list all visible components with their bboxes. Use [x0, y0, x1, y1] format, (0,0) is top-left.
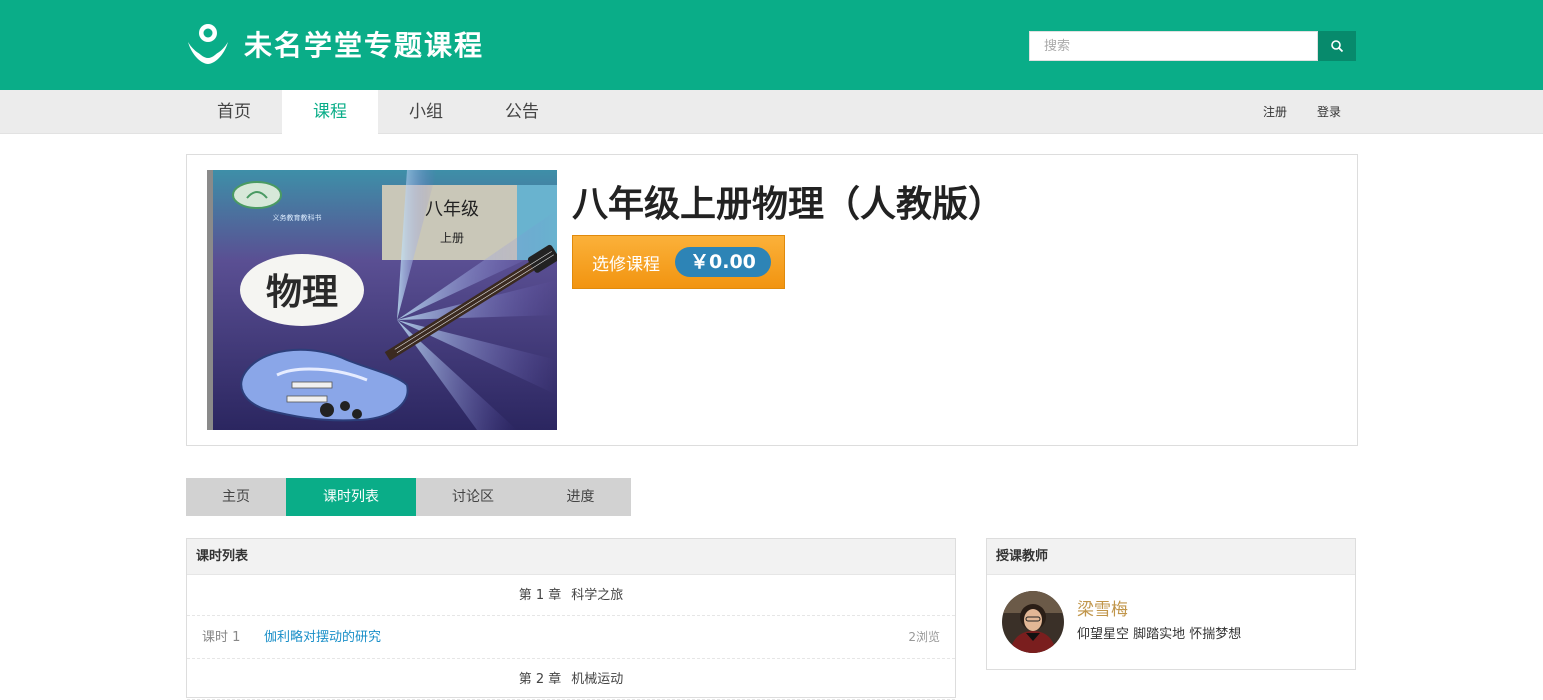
nav-announcements[interactable]: 公告	[474, 90, 570, 134]
chapter-row: 第 1 章科学之旅	[187, 575, 955, 616]
teacher-panel-heading: 授课教师	[987, 539, 1355, 575]
chapter-title: 科学之旅	[571, 588, 624, 603]
teacher-name-link[interactable]: 梁雪梅	[1077, 595, 1128, 620]
site-header: 未名学堂专题课程	[0, 0, 1543, 90]
course-title: 八年级上册物理（人教版）	[572, 184, 1005, 225]
tab-home[interactable]: 主页	[186, 478, 286, 516]
course-tabs: 主页 课时列表 讨论区 进度	[186, 478, 631, 516]
lesson-row: 课时 1 伽利略对摆动的研究 2浏览	[187, 616, 955, 659]
search-bar	[1029, 31, 1356, 61]
register-link[interactable]: 注册	[1263, 90, 1287, 134]
main-nav: 首页 课程 小组 公告 注册 登录	[0, 90, 1543, 134]
lesson-list-heading: 课时列表	[187, 539, 955, 575]
cover-subject: 物理	[266, 271, 338, 313]
enroll-label: 选修课程	[592, 254, 660, 275]
search-input[interactable]	[1029, 31, 1318, 61]
person-logo-icon	[188, 24, 228, 64]
teacher-avatar[interactable]	[1002, 591, 1064, 653]
tab-discussion[interactable]: 讨论区	[416, 478, 530, 516]
price-badge: ￥0.00	[675, 247, 771, 277]
enroll-course-button[interactable]: 选修课程 ￥0.00	[572, 235, 785, 289]
cover-series: 义务教育教科书	[273, 213, 322, 222]
teacher-panel: 授课教师 梁雪梅 仰望星空 脚踏实地 怀揣梦想	[986, 538, 1356, 670]
chapter-number: 第 2 章	[518, 672, 562, 687]
cover-grade: 八年级	[425, 199, 479, 220]
site-name: 未名学堂专题课程	[244, 29, 485, 62]
textbook-cover-graphic: 八年级 上册 义务教育教科书 物理	[207, 170, 557, 430]
lesson-list-panel: 课时列表 第 1 章科学之旅 课时 1 伽利略对摆动的研究 2浏览 第 2 章机…	[186, 538, 956, 700]
lesson-views: 2浏览	[908, 630, 940, 644]
cover-volume: 上册	[440, 231, 464, 245]
nav-courses[interactable]: 课程	[282, 90, 378, 134]
login-link[interactable]: 登录	[1317, 90, 1341, 134]
teacher-motto: 仰望星空 脚踏实地 怀揣梦想	[1077, 627, 1242, 642]
teacher-photo	[1002, 591, 1064, 653]
nav-home[interactable]: 首页	[186, 90, 282, 134]
site-logo[interactable]: 未名学堂专题课程	[184, 20, 484, 68]
tab-lesson-list[interactable]: 课时列表	[286, 478, 416, 516]
lesson-number: 课时 1	[202, 630, 241, 645]
chapter-row: 第 2 章机械运动	[187, 659, 955, 700]
lesson-title-link[interactable]: 伽利略对摆动的研究	[264, 616, 381, 659]
search-icon	[1331, 40, 1344, 53]
course-header: 八年级 上册 义务教育教科书 物理 八年级上册物理（人教版） 选修课程 ￥0.0…	[186, 154, 1358, 446]
search-button[interactable]	[1318, 31, 1356, 61]
nav-groups[interactable]: 小组	[378, 90, 474, 134]
chapter-number: 第 1 章	[518, 588, 562, 603]
course-cover-image[interactable]: 八年级 上册 义务教育教科书 物理	[207, 170, 557, 430]
tab-progress[interactable]: 进度	[530, 478, 631, 516]
chapter-title: 机械运动	[571, 672, 624, 687]
